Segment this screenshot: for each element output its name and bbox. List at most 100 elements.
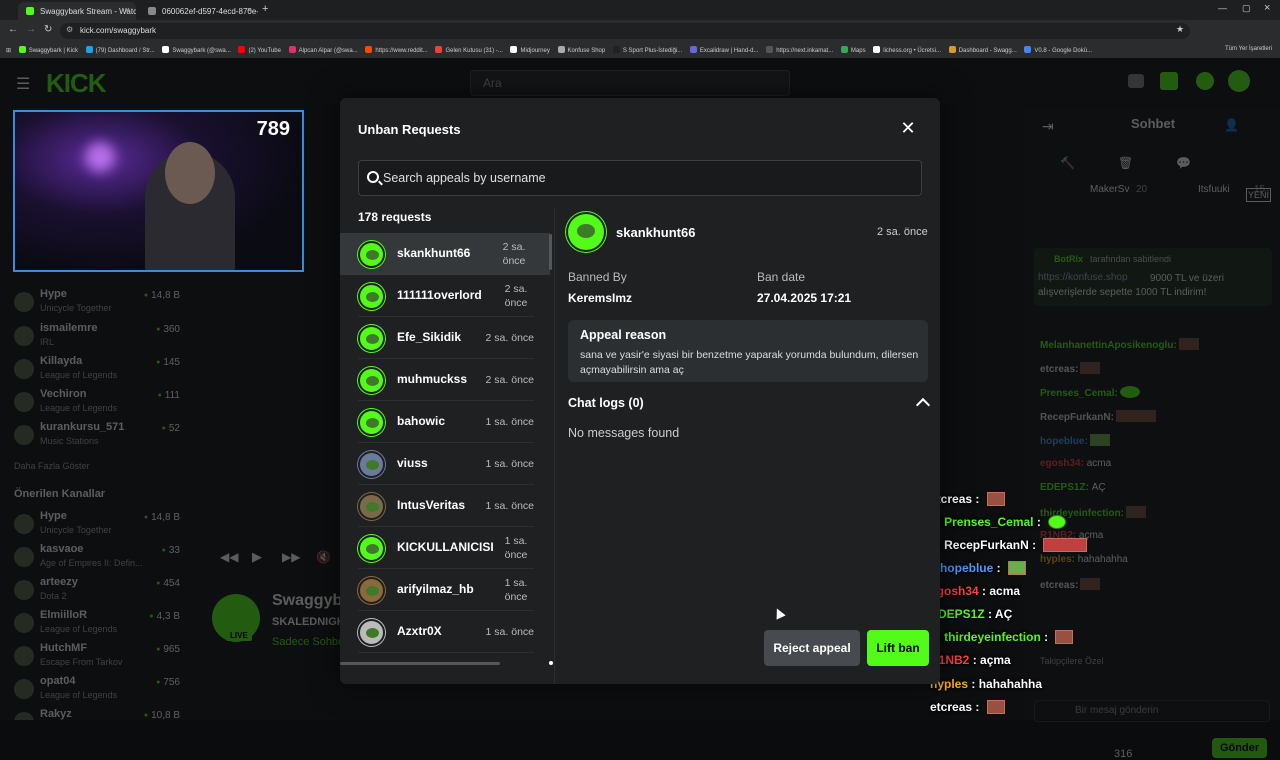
channel-category: Music Stations (40, 436, 99, 446)
sidebar-channel[interactable]: Hype Unicycle Together 14,8 B (14, 288, 184, 318)
browser-tab-active[interactable]: Swaggybark Stream - Watch Li... × (18, 2, 136, 20)
close-tab-icon[interactable]: × (125, 5, 130, 15)
url-field[interactable]: ⚙ kick.com/swaggybark (60, 23, 1190, 39)
bookmark-item[interactable]: Konfuse Shop (557, 42, 605, 54)
bookmark-item[interactable]: lichess.org • Ücretsi... (873, 42, 941, 54)
bookmark-item[interactable]: Excalidraw | Hand-d... (689, 42, 759, 54)
request-item[interactable]: KICKULLANICISI 1 sa. önce (358, 527, 534, 569)
sidebar-channel[interactable]: HutchMF Escape From Tarkov 965 (14, 642, 184, 672)
avatar (14, 679, 34, 699)
request-item[interactable]: 111111overlord 2 sa. önce (358, 275, 534, 317)
request-time: 1 sa. önce (485, 458, 534, 470)
rewind-icon[interactable]: ◀◀ (220, 550, 238, 564)
webcam-overlay: 789 (13, 110, 304, 272)
channel-category: Unicycle Together (40, 525, 112, 535)
bookmark-item[interactable]: Gelen Kutusu (31) -... (435, 42, 503, 54)
new-tab-icon[interactable]: + (262, 3, 268, 15)
bookmark-item[interactable]: (79) Dashboard / Str... (85, 42, 155, 54)
mod-tools-icon[interactable]: 🔨 (1060, 156, 1075, 170)
banned-by-value: KeremsImz (568, 291, 633, 305)
sidebar-channel[interactable]: ismailemre IRL 360 (14, 322, 184, 352)
bookmark-item[interactable]: Swaggybark (@swa... (162, 42, 231, 54)
all-bookmarks-link[interactable]: Tüm Yer İşaretleri (1225, 46, 1272, 52)
reload-icon[interactable]: ↻ (44, 24, 52, 35)
bookmark-item[interactable]: S Sport Plus-İstediği... (612, 42, 682, 54)
kick-logo[interactable]: KICK (46, 68, 107, 99)
request-username: KICKULLANICISI (397, 540, 494, 554)
bookmarks-bar: ⊞ Swaggybark | Kick (79) Dashboard / Str… (0, 42, 1280, 58)
sidebar-channel[interactable]: ElmiilloR League of Legends 4,3 B (14, 609, 184, 639)
back-icon[interactable]: ← (8, 24, 18, 35)
reject-appeal-button[interactable]: Reject appeal (764, 630, 860, 666)
bookmark-item[interactable]: Midjourney (510, 42, 550, 54)
request-item-selected[interactable]: skankhunt66 2 sa. önce (340, 233, 550, 275)
avatar (358, 367, 385, 394)
bookmark-item[interactable]: Dashboard - Swagg... (948, 42, 1017, 54)
sidebar-channel[interactable]: arteezy Dota 2 454 (14, 576, 184, 606)
bookmark-star-icon[interactable]: ★ (1176, 24, 1184, 35)
apps-icon[interactable]: ⊞ (6, 43, 11, 54)
site-search-input[interactable]: Ara (470, 70, 790, 96)
request-item[interactable]: Efe_Sikidik 2 sa. önce (358, 317, 534, 359)
request-item[interactable]: viuss 1 sa. önce (358, 443, 534, 485)
site-info-icon[interactable]: ⚙ (66, 25, 73, 34)
bookmark-item[interactable]: Maps (840, 42, 866, 54)
bookmark-item[interactable]: https://www.reddit... (365, 42, 428, 54)
chat-message: Prenses_Cemal: (1040, 386, 1140, 399)
sidebar-channel[interactable]: kurankursu_571 Music Stations 52 (14, 421, 184, 451)
delete-icon[interactable]: 🗑 (1118, 156, 1133, 170)
show-more-link[interactable]: Daha Fazla Göster (14, 461, 90, 471)
sidebar-channel[interactable]: Rakyz 10,8 B (14, 708, 184, 720)
send-button[interactable]: Gönder (1212, 738, 1268, 758)
bookmark-item[interactable]: https://next.inkamat... (766, 42, 833, 54)
request-item[interactable]: muhmuckss 2 sa. önce (358, 359, 534, 401)
appeal-search-input[interactable] (383, 161, 913, 195)
bookmark-item[interactable]: Swaggybark | Kick (18, 42, 78, 54)
appeal-search-field[interactable] (358, 160, 922, 196)
horizontal-scrollbar[interactable] (340, 662, 500, 665)
streamer-name[interactable]: Swaggyb (272, 592, 342, 610)
creator-icon[interactable] (1160, 72, 1178, 90)
sidebar-channel[interactable]: Killayda League of Legends 145 (14, 355, 184, 385)
sidebar-channel[interactable]: kasvaoe Age of Empires II: Defin... 33 (14, 543, 184, 573)
lamp-glow (85, 142, 115, 172)
bookmark-item[interactable]: (2) YouTube (238, 42, 281, 54)
chat-settings-icon[interactable]: 💬 (1176, 156, 1191, 170)
close-icon[interactable]: ✕ (898, 118, 918, 138)
menu-icon[interactable]: ☰ (16, 74, 30, 94)
volume-icon[interactable]: 🔇 (316, 550, 331, 564)
chat-message: MelanhanettinAposikenoglu: (1040, 338, 1199, 351)
sidebar-channel[interactable]: Vechiron League of Legends 111 (14, 388, 184, 418)
sidebar-channel[interactable]: opat04 League of Legends 756 (14, 675, 184, 705)
search-icon (367, 171, 379, 183)
browser-tab[interactable]: 060062ef-d597-4ecd-870e-24... × (140, 2, 258, 20)
sidebar-channel[interactable]: Hype Unicycle Together 14,8 B (14, 510, 184, 540)
bookmark-item[interactable]: V0.8 - Google Dokü... (1024, 42, 1092, 54)
request-item[interactable]: Azxtr0X 1 sa. önce (358, 611, 534, 653)
request-username: Efe_Sikidik (397, 330, 462, 344)
collapse-chat-icon[interactable]: ⇥ (1042, 118, 1054, 135)
list-scrollbar[interactable] (549, 234, 552, 270)
avatar[interactable] (1228, 70, 1250, 92)
request-item[interactable]: IntusVeritas 1 sa. önce (358, 485, 534, 527)
avatar (358, 619, 385, 646)
maximize-icon[interactable]: ▢ (1242, 3, 1251, 14)
close-window-icon[interactable]: × (1264, 2, 1270, 14)
dashboard-icon[interactable] (1128, 74, 1144, 88)
kick-icon[interactable] (1196, 72, 1214, 90)
request-item[interactable]: bahowic 1 sa. önce (358, 401, 534, 443)
close-tab-icon[interactable]: × (247, 5, 252, 15)
forward-icon[interactable]: → (26, 24, 36, 35)
live-badge: LIVE (226, 630, 252, 641)
request-item[interactable]: arifyilmaz_hb 1 sa. önce (358, 569, 534, 611)
play-icon[interactable]: ▶ (252, 549, 262, 565)
stream-category[interactable]: Sadece Sohbe (272, 636, 344, 648)
chat-input[interactable]: Bir mesaj gönderin (1034, 700, 1270, 722)
lift-ban-button[interactable]: Lift ban (867, 630, 929, 666)
forward-icon[interactable]: ▶▶ (282, 550, 300, 564)
chevron-up-icon[interactable] (915, 396, 931, 408)
minimize-icon[interactable]: — (1218, 3, 1227, 13)
avatar (14, 547, 34, 567)
users-icon[interactable]: 👤 (1224, 118, 1239, 132)
bookmark-item[interactable]: Alpcan Alpar (@swa... (288, 42, 358, 54)
